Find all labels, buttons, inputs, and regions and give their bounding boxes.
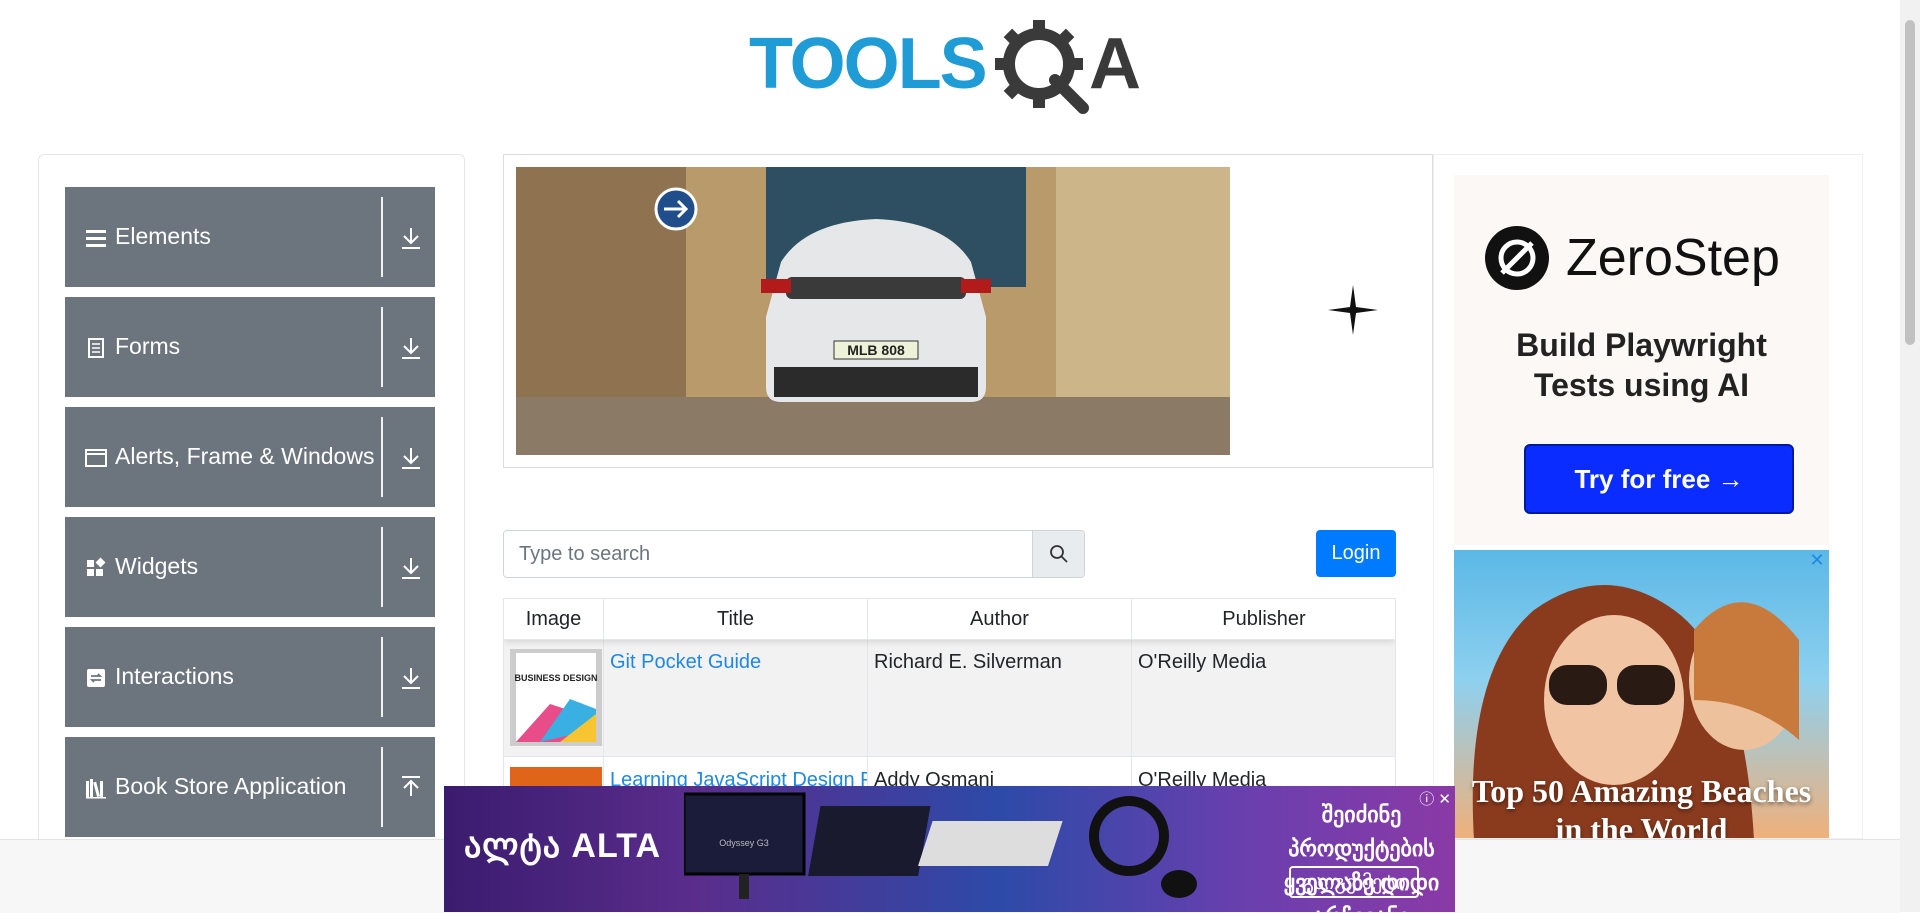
- divider: [381, 197, 383, 277]
- login-button[interactable]: Login: [1316, 530, 1396, 577]
- right-ad[interactable]: ZeroStep Build Playwright Tests using AI…: [1433, 154, 1863, 839]
- beach-headline-line-1: Top 50 Amazing Beaches: [1471, 773, 1812, 809]
- menu-group-label: Book Store Application: [115, 773, 347, 799]
- document-icon: [88, 338, 104, 358]
- divider: [381, 527, 383, 607]
- book-cover-image[interactable]: BUSINESS DESIGN: [510, 649, 602, 746]
- widgets-icon: [87, 557, 106, 576]
- sparkle-logo-icon: [1328, 285, 1378, 335]
- alta-brand: ალტა ALTA: [464, 826, 661, 866]
- book-publisher-cell: O'Reilly Media: [1138, 651, 1267, 673]
- upload-arrow-icon[interactable]: [399, 775, 423, 801]
- column-header-image[interactable]: Image: [504, 599, 604, 639]
- menu-group-interactions[interactable]: Interactions: [65, 627, 435, 727]
- zerostep-tagline: Build Playwright Tests using AI: [1454, 325, 1829, 405]
- menu-group-elements[interactable]: Elements: [65, 187, 435, 287]
- book-title-link[interactable]: Git Pocket Guide: [610, 651, 761, 673]
- download-arrow-icon[interactable]: [399, 335, 423, 361]
- menu-group-label: Interactions: [115, 663, 234, 689]
- license-plate: MLB 808: [847, 342, 905, 358]
- learn-more-button[interactable]: გაიგე მეტი: [1289, 866, 1419, 898]
- table-row: BUSINESS DESIGN Git Pocket Guide Richard…: [504, 639, 1395, 757]
- svg-text:TOOLS: TOOLS: [749, 24, 986, 104]
- divider: [381, 747, 383, 827]
- menu-group-book-store[interactable]: Book Store Application: [65, 737, 435, 837]
- search-input[interactable]: [504, 531, 1032, 577]
- column-header-title[interactable]: Title: [604, 599, 868, 639]
- ad-choices-close-icon[interactable]: ⓘ ✕: [1419, 788, 1451, 809]
- scrollbar-thumb[interactable]: [1905, 20, 1915, 345]
- menu-group-forms[interactable]: Forms: [65, 297, 435, 397]
- download-arrow-icon[interactable]: [399, 445, 423, 471]
- car-ad-image[interactable]: MLB 808: [516, 167, 1230, 455]
- book-cover-title: BUSINESS DESIGN: [514, 673, 597, 683]
- zerostep-logo-icon: [1485, 226, 1549, 290]
- page-scrollbar[interactable]: [1900, 0, 1920, 912]
- list-icon: [86, 230, 106, 247]
- monitor-screen-text: Odyssey G3: [719, 838, 769, 848]
- beach-headline-line-2: in the World: [1555, 811, 1728, 839]
- try-for-free-button[interactable]: Try for free →: [1524, 444, 1794, 514]
- menu-group-label: Forms: [115, 333, 181, 359]
- divider: [381, 307, 383, 387]
- menu-group-label: Elements: [115, 223, 211, 249]
- car-photo: MLB 808: [516, 167, 1230, 455]
- alta-brand-georgian: ალტა: [464, 827, 561, 865]
- book-image-cell: BUSINESS DESIGN: [504, 639, 604, 756]
- download-arrow-icon[interactable]: [399, 225, 423, 251]
- column-header-publisher[interactable]: Publisher: [1132, 599, 1395, 639]
- left-menu-panel: Elements Forms Alerts, Frame & Windows W…: [38, 154, 465, 854]
- close-ad-icon[interactable]: ✕: [1809, 551, 1825, 569]
- table-header: Image Title Author Publisher: [504, 599, 1395, 640]
- divider: [381, 637, 383, 717]
- tagline-line-2: Tests using AI: [1533, 367, 1750, 403]
- menu-group-alerts[interactable]: Alerts, Frame & Windows: [65, 407, 435, 507]
- window-icon: [85, 449, 107, 467]
- zerostep-logo: ZeroStep: [1484, 225, 1780, 291]
- beaches-ad[interactable]: ✕ Top 50 Amazing Beaches in the World: [1454, 550, 1829, 839]
- download-arrow-icon[interactable]: [399, 665, 423, 691]
- logo-graphic: TOOLS A: [749, 20, 1141, 114]
- download-arrow-icon[interactable]: [399, 555, 423, 581]
- svg-text:A: A: [1089, 24, 1141, 104]
- search-icon: [1049, 545, 1068, 563]
- top-ad-banner[interactable]: MLB 808: [503, 154, 1433, 468]
- menu-group-label: Widgets: [115, 553, 199, 579]
- menu-group-widgets[interactable]: Widgets: [65, 517, 435, 617]
- bottom-ad-banner[interactable]: ალტა ALTA Odyssey G3 შეიძინე პროდუქტების…: [444, 786, 1455, 912]
- search-button[interactable]: [1032, 531, 1084, 577]
- zerostep-brand: ZeroStep: [1566, 229, 1780, 287]
- beach-ad-headline: Top 50 Amazing Beaches in the World: [1454, 772, 1829, 839]
- search-box[interactable]: [503, 530, 1085, 578]
- book-author-cell: Richard E. Silverman: [868, 639, 1132, 756]
- column-header-author[interactable]: Author: [868, 599, 1132, 639]
- zerostep-ad[interactable]: ZeroStep Build Playwright Tests using AI…: [1454, 175, 1829, 545]
- book-title-cell: Git Pocket Guide: [604, 639, 868, 756]
- toolsqa-logo[interactable]: TOOLS A: [749, 18, 1153, 114]
- interactions-icon: [87, 669, 105, 687]
- menu-group-label: Alerts, Frame & Windows: [115, 443, 375, 469]
- divider: [381, 417, 383, 497]
- alta-brand-latin: ALTA: [571, 827, 662, 865]
- electronics-product-image: Odyssey G3: [684, 792, 1197, 899]
- library-icon: [86, 779, 106, 799]
- tagline-line-1: Build Playwright: [1516, 327, 1767, 363]
